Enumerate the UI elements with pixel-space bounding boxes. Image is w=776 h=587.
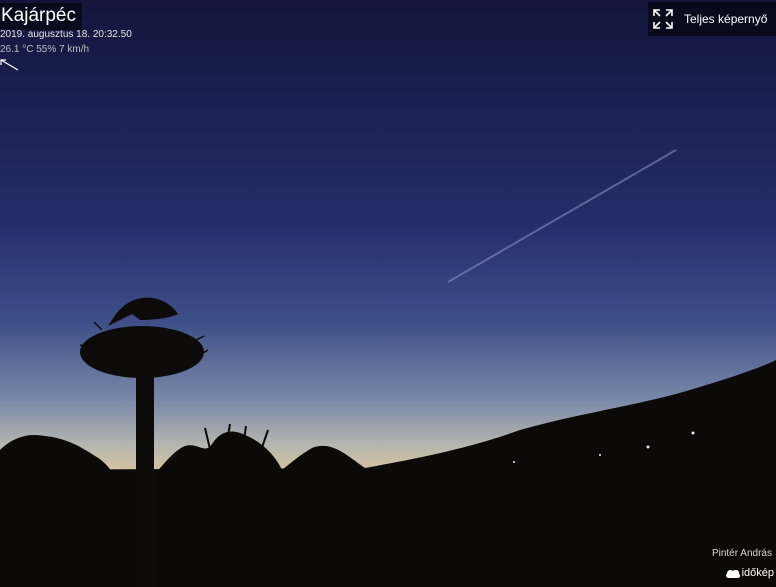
camera-location-title: Kajárpéc bbox=[0, 3, 82, 30]
stork-nest bbox=[80, 326, 204, 378]
cloud-logo-icon bbox=[725, 569, 740, 578]
wind-direction-arrow-icon bbox=[0, 59, 19, 71]
idokep-logo[interactable]: időkép bbox=[725, 567, 774, 579]
bushes-silhouette bbox=[0, 431, 368, 587]
nest-pole bbox=[136, 372, 154, 587]
photographer-credit: Pintér András bbox=[711, 548, 772, 559]
fullscreen-button[interactable]: Teljes képernyő bbox=[648, 2, 776, 36]
capture-datetime: 2019. augusztus 18. 20:32.50 bbox=[0, 29, 132, 40]
webcam-image bbox=[0, 149, 776, 587]
fullscreen-label: Teljes képernyő bbox=[684, 12, 768, 26]
weather-readout: 26.1 °C 55% 7 km/h bbox=[0, 44, 90, 55]
brand-name: időkép bbox=[741, 567, 774, 579]
webcam-view: Kajárpéc 2019. augusztus 18. 20:32.50 26… bbox=[0, 0, 776, 587]
stork-silhouette bbox=[108, 297, 178, 326]
contrail bbox=[447, 149, 677, 283]
expand-icon bbox=[653, 9, 673, 29]
